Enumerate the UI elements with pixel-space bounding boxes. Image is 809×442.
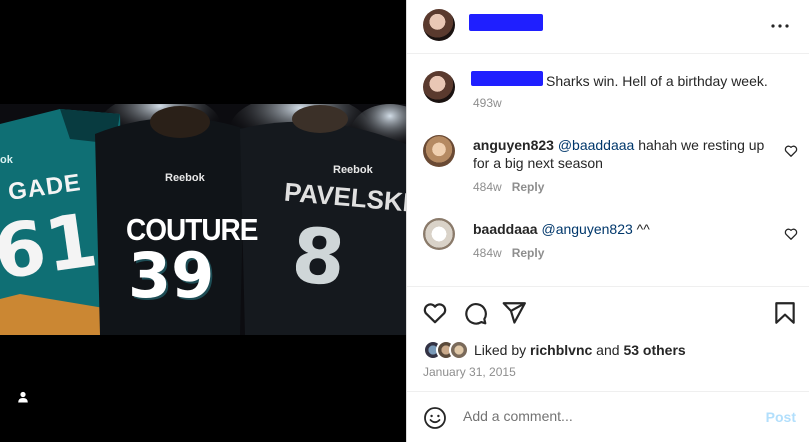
likes-middle: and: [592, 342, 624, 358]
likes-summary: Liked by richblvnc and 53 others: [423, 340, 686, 360]
comment-bubble-icon[interactable]: [462, 300, 488, 326]
caption-text: Sharks win. Hell of a birthday week.: [546, 73, 768, 89]
comment-like-heart-icon[interactable]: [784, 227, 798, 241]
jersey-number-61: 61: [0, 197, 103, 297]
author-username-redacted[interactable]: [469, 14, 543, 31]
emoji-icon[interactable]: [423, 406, 447, 430]
caption-meta: 493w: [473, 96, 502, 110]
likes-prefix: Liked by: [474, 342, 531, 358]
comment-username[interactable]: baaddaaa: [473, 221, 538, 237]
reply-button[interactable]: Reply: [512, 180, 545, 194]
liker-avatar[interactable]: [449, 340, 469, 360]
comment-meta: 484w Reply: [473, 246, 544, 260]
caption-author-avatar[interactable]: [423, 71, 455, 103]
comments-list: Sharks win. Hell of a birthday week. 493…: [407, 54, 809, 286]
comment-time: 484w: [473, 180, 502, 194]
liker-username[interactable]: richblvnc: [530, 342, 592, 358]
comment-text: ^^: [632, 221, 650, 237]
add-comment-bar: Post: [407, 391, 809, 442]
jersey-brand-couture: Reebok: [165, 172, 205, 184]
caption-time: 493w: [473, 96, 502, 110]
comment-like-heart-icon[interactable]: [784, 144, 798, 158]
post-date[interactable]: January 31, 2015: [423, 365, 516, 379]
comment-body: baaddaaa @anguyen823 ^^: [473, 220, 773, 238]
comment-avatar[interactable]: [423, 135, 455, 167]
likes-others-link[interactable]: 53 others: [623, 342, 685, 358]
post-actions: Liked by richblvnc and 53 others January…: [407, 286, 809, 391]
comment-username[interactable]: anguyen823: [473, 137, 554, 153]
caption-username-redacted[interactable]: [471, 71, 543, 86]
jersey-brand-pavelski: Reebok: [333, 164, 373, 176]
user-icon: [18, 391, 28, 403]
reply-button[interactable]: Reply: [512, 246, 545, 260]
more-options-icon[interactable]: [768, 14, 792, 38]
comment-time: 484w: [473, 246, 502, 260]
comment-input[interactable]: [463, 408, 753, 424]
comment-body: anguyen823 @baaddaaa hahah we resting up…: [473, 136, 773, 172]
share-paper-plane-icon[interactable]: [501, 300, 527, 326]
save-bookmark-icon[interactable]: [772, 300, 798, 326]
comment-mention[interactable]: @baaddaaa: [558, 137, 635, 153]
tagged-users-button[interactable]: [12, 386, 34, 408]
author-avatar[interactable]: [423, 9, 455, 41]
jersey-left-brand: ok: [0, 154, 13, 166]
post-photo[interactable]: ok GADE 61 Reebok COUTURE 39 Reebok PAVE…: [0, 104, 406, 335]
like-heart-icon[interactable]: [422, 300, 448, 326]
likes-text: Liked by richblvnc and 53 others: [474, 342, 686, 358]
comment-mention[interactable]: @anguyen823: [541, 221, 632, 237]
post-side-panel: Sharks win. Hell of a birthday week. 493…: [406, 0, 809, 442]
jersey-number-39: 39: [128, 239, 215, 312]
post-comment-button[interactable]: Post: [766, 409, 796, 425]
jersey-number-8: 8: [288, 210, 348, 303]
comment-avatar[interactable]: [423, 218, 455, 250]
post-media: ok GADE 61 Reebok COUTURE 39 Reebok PAVE…: [0, 0, 406, 442]
post-header: [407, 0, 809, 54]
comment-meta: 484w Reply: [473, 180, 544, 194]
